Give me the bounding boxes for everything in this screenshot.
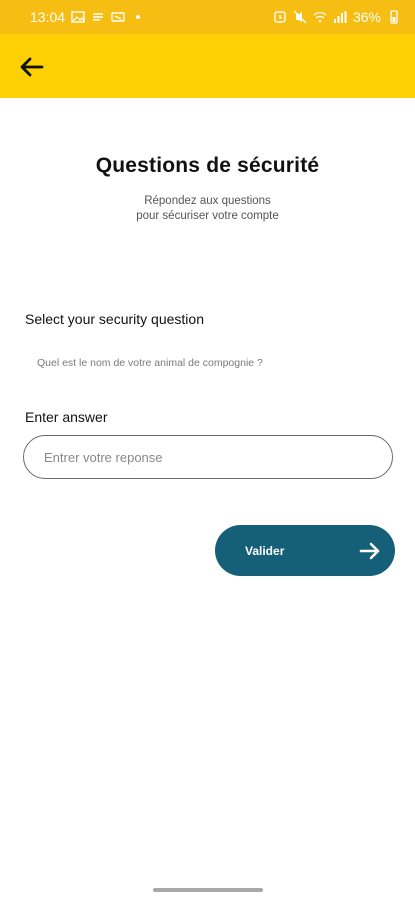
- status-time: 13:04: [30, 9, 66, 25]
- question-label: Select your security question: [25, 311, 204, 327]
- mute-icon: [293, 10, 307, 24]
- gesture-nav-bar[interactable]: [153, 888, 263, 892]
- status-right: 36%: [273, 9, 401, 25]
- answer-label: Enter answer: [25, 409, 108, 425]
- cast-icon: [111, 10, 125, 24]
- status-left: 13:04: [30, 9, 145, 25]
- status-bar: 13:04 36%: [0, 0, 415, 34]
- security-question-select[interactable]: Quel est le nom de votre animal de compo…: [25, 350, 395, 376]
- arrow-left-icon: [20, 57, 44, 77]
- subtitle-line-1: Répondez aux questions: [144, 195, 271, 207]
- dot-icon: [131, 10, 145, 24]
- answer-input[interactable]: [23, 435, 393, 479]
- page-title: Questions de sécurité: [95, 154, 320, 177]
- wifi-icon: [313, 10, 327, 24]
- alarm-icon: [273, 10, 287, 24]
- page-subtitle: Répondez aux questions pour sécuriser vo…: [0, 194, 415, 224]
- image-icon: [71, 10, 85, 24]
- back-button[interactable]: [18, 54, 46, 80]
- submit-label: Valider: [245, 543, 285, 558]
- signal-icon: [333, 10, 347, 24]
- arrow-right-icon: [359, 540, 381, 562]
- battery-icon: [387, 10, 401, 24]
- submit-button[interactable]: Valider: [215, 525, 395, 576]
- battery-percent: 36%: [352, 9, 381, 25]
- subtitle-line-2: pour sécuriser votre compte: [136, 210, 279, 222]
- app-bar: [0, 34, 415, 98]
- sim-icon: [91, 10, 105, 24]
